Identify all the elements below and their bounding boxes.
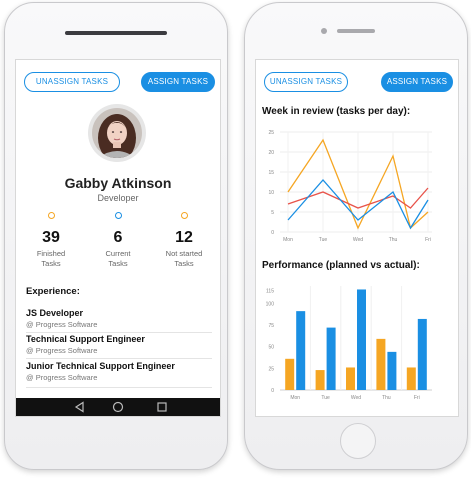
stat-finished: 39 Finished Tasks [21,212,81,269]
profile-screen: UNASSIGN TASKS ASSIGN TASKS Gabby Atkins… [15,59,221,417]
x-tick-label: Tue [319,237,328,243]
y-tick-label: 15 [268,170,274,176]
iphone-frame: UNASSIGN TASKS ASSIGN TASKS Week in revi… [244,2,468,470]
job-title: Technical Support Engineer [26,334,145,344]
y-tick-label: 115 [266,288,274,294]
recents-icon [157,402,167,412]
stat-label: Finished Tasks [36,249,66,268]
stat-current: 6 Current Tasks [88,212,148,269]
android-phone-frame: UNASSIGN TASKS ASSIGN TASKS Gabby Atkins… [4,2,228,470]
back-icon [74,401,84,413]
home-icon [112,401,124,413]
assign-tasks-button[interactable]: ASSIGN TASKS [141,72,215,92]
avatar-photo [92,108,142,158]
x-tick-label: Wed [351,395,361,401]
finished-dot-icon [47,212,55,219]
week-chart-title: Week in review (tasks per day): [262,106,411,117]
y-tick-label: 10 [268,190,274,196]
y-tick-label: 25 [268,130,274,136]
bar [376,338,386,390]
y-tick-label: 20 [268,150,274,156]
y-tick-label: 0 [271,388,274,394]
profile-role: Developer [97,193,139,203]
avatar [88,104,146,162]
bar [357,289,366,390]
x-tick-label: Wed [353,237,363,243]
y-tick-label: 0 [271,230,274,236]
y-tick-label: 50 [268,345,274,351]
job-company: @ Progress Software [26,320,98,329]
stat-value: 12 [175,229,193,246]
unassign-tasks-button[interactable]: UNASSIGN TASKS [24,72,120,92]
job-title: JS Developer [26,308,84,318]
y-tick-label: 100 [266,301,275,307]
job-title: Junior Technical Support Engineer [26,361,175,371]
not-started-dot-icon [180,212,188,219]
dashboard-screen: UNASSIGN TASKS ASSIGN TASKS Week in revi… [255,59,459,417]
assign-tasks-button[interactable]: ASSIGN TASKS [381,72,453,92]
stat-label: Not started Tasks [165,249,203,268]
stat-value: 39 [42,229,60,246]
job-company: @ Progress Software [26,346,98,355]
stat-label: Current Tasks [105,249,131,268]
x-tick-label: Mon [290,395,300,401]
bar [315,370,325,390]
x-tick-label: Tue [321,395,330,401]
list-item[interactable]: JS Developer @ Progress Software [26,308,212,333]
x-tick-label: Thu [382,395,391,401]
bar [326,327,336,390]
stat-not-started: 12 Not started Tasks [154,212,214,269]
home-button[interactable] [340,423,376,459]
front-camera [321,28,327,34]
bar [296,311,306,390]
x-tick-label: Fri [414,395,420,401]
job-company: @ Progress Software [26,373,98,382]
stat-value: 6 [113,229,123,246]
x-tick-label: Thu [389,237,398,243]
y-tick-label: 75 [268,323,274,329]
week-line-chart: 25 20 15 10 5 0 Mon Tue Wed Thu Fri [268,130,432,243]
android-nav-bar [16,398,220,416]
x-tick-label: Mon [283,237,293,243]
y-tick-label: 25 [268,366,274,372]
performance-bar-chart: 115 100 75 50 25 0 Mon Tue Wed Thu Fri [266,286,432,401]
bar [387,351,397,390]
x-tick-label: Fri [425,237,431,243]
bar [346,367,355,390]
phone-speaker [337,29,375,33]
list-item[interactable]: Technical Support Engineer @ Progress So… [26,334,212,359]
performance-chart-title: Performance (planned vs actual): [262,260,420,271]
current-dot-icon [114,212,122,219]
bar [417,318,427,390]
phone-speaker [65,31,167,35]
list-item[interactable]: Junior Technical Support Engineer @ Prog… [26,361,212,388]
y-tick-label: 5 [271,210,274,216]
unassign-tasks-button[interactable]: UNASSIGN TASKS [264,72,348,92]
bar [285,358,295,390]
bar [406,367,416,390]
experience-title: Experience: [26,286,80,297]
profile-name: Gabby Atkinson [64,175,172,191]
